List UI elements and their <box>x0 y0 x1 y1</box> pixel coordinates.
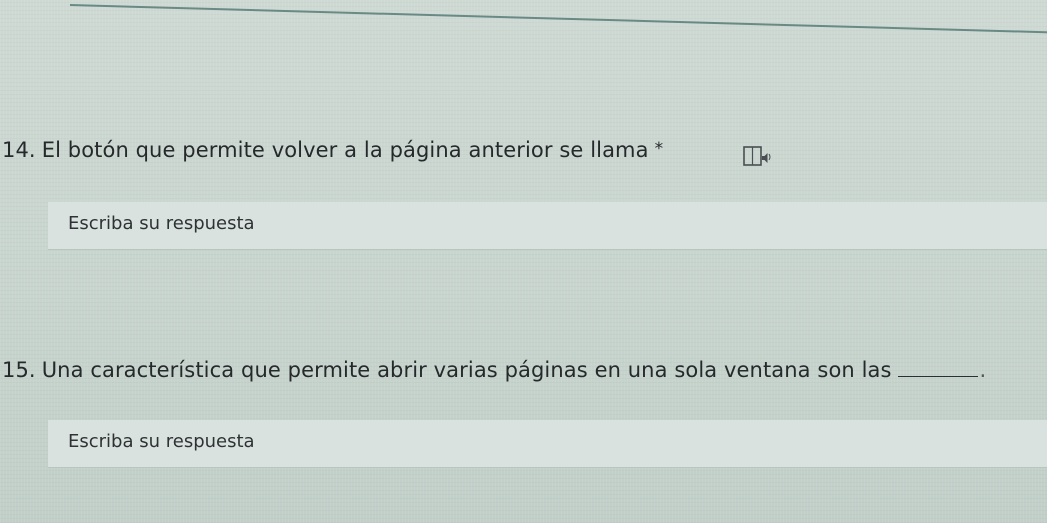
answer-placeholder: Escriba su respuesta <box>68 431 255 452</box>
fill-blank <box>897 358 978 377</box>
required-mark: * <box>654 139 664 159</box>
question-text: El botón que permite volver a la página … <box>41 138 649 162</box>
answer-input-14[interactable]: Escriba su respuesta <box>48 202 1047 250</box>
trailing-punctuation: . <box>979 358 987 382</box>
answer-placeholder: Escriba su respuesta <box>68 213 255 234</box>
question-14-title: 14. El botón que permite volver a la pági… <box>2 138 663 162</box>
question-number: 15. <box>2 358 36 382</box>
answer-input-15[interactable]: Escriba su respuesta <box>48 420 1047 468</box>
question-15-title: 15. Una característica que permite abrir … <box>2 358 986 382</box>
section-divider <box>69 4 1047 34</box>
question-text: Una característica que permite abrir var… <box>41 358 892 382</box>
question-number: 14. <box>2 138 36 162</box>
immersive-reader-icon[interactable] <box>742 144 772 170</box>
